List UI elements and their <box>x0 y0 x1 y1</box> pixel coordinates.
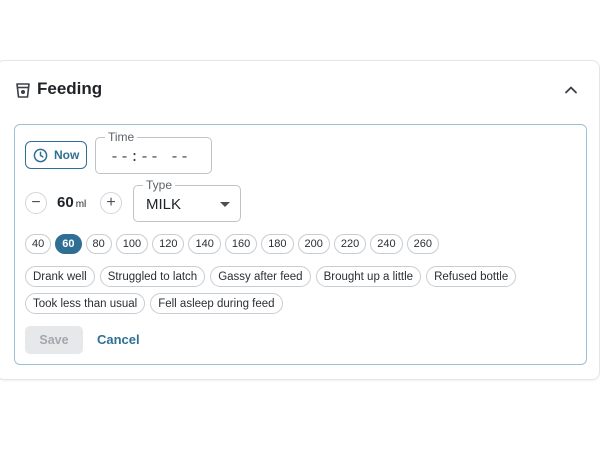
feeding-header[interactable]: Feeding <box>0 75 599 105</box>
note-chip-brought-up-a-little[interactable]: Brought up a little <box>315 266 422 287</box>
amount-chip[interactable]: 140 <box>188 234 221 254</box>
section-title: Feeding <box>37 79 103 98</box>
now-button[interactable]: Now <box>25 141 87 169</box>
note-chip-refused-bottle[interactable]: Refused bottle <box>426 266 517 287</box>
amount-chip[interactable]: 180 <box>261 234 294 254</box>
amount-chip[interactable]: 120 <box>152 234 185 254</box>
amount-value: 60 <box>57 194 74 211</box>
note-chip-struggled-to-latch[interactable]: Struggled to latch <box>99 266 206 287</box>
amount-display: 60 ml <box>57 194 86 211</box>
amount-chip[interactable]: 240 <box>370 234 403 254</box>
decrease-amount-button[interactable]: − <box>25 192 47 214</box>
dropdown-caret-icon <box>220 202 230 207</box>
save-button[interactable]: Save <box>25 326 83 354</box>
feeding-panel: Feeding Now Time --:-- -- − 60 ml + Type … <box>0 60 600 380</box>
feeding-notes-row-2: Took less than usual Fell asleep during … <box>25 293 283 314</box>
type-value: MILK <box>146 196 182 213</box>
note-chip-fell-asleep-during-feed[interactable]: Fell asleep during feed <box>150 293 283 314</box>
type-legend: Type <box>143 178 176 192</box>
time-legend: Time <box>105 130 138 144</box>
note-chip-took-less-than-usual[interactable]: Took less than usual <box>25 293 146 314</box>
chevron-up-icon[interactable] <box>563 82 579 98</box>
increase-amount-button[interactable]: + <box>100 192 122 214</box>
amount-chip[interactable]: 160 <box>224 234 258 254</box>
clock-icon <box>33 148 48 162</box>
cancel-button[interactable]: Cancel <box>97 332 140 347</box>
amount-presets: 40 60 80 100 120 140 160 180 200 220 240… <box>25 234 439 254</box>
now-button-label: Now <box>54 148 80 162</box>
feeding-notes-row-1: Drank well Struggled to latch Gassy afte… <box>25 266 517 287</box>
amount-chip[interactable]: 80 <box>85 234 112 254</box>
amount-chip[interactable]: 40 <box>25 234 52 254</box>
cup-icon <box>16 83 30 98</box>
time-input[interactable]: Time --:-- -- <box>95 130 212 174</box>
amount-chip[interactable]: 260 <box>406 234 439 254</box>
amount-unit: ml <box>75 199 87 210</box>
feeding-form: Now Time --:-- -- − 60 ml + Type MILK 40 … <box>14 124 587 365</box>
note-chip-drank-well[interactable]: Drank well <box>25 266 95 287</box>
amount-chip[interactable]: 200 <box>297 234 330 254</box>
time-value: --:-- -- <box>110 149 191 166</box>
note-chip-gassy-after-feed[interactable]: Gassy after feed <box>210 266 311 287</box>
type-select[interactable]: Type MILK <box>133 178 241 222</box>
amount-chip[interactable]: 100 <box>115 234 149 254</box>
amount-chip-selected[interactable]: 60 <box>55 234 82 254</box>
amount-chip[interactable]: 220 <box>333 234 367 254</box>
